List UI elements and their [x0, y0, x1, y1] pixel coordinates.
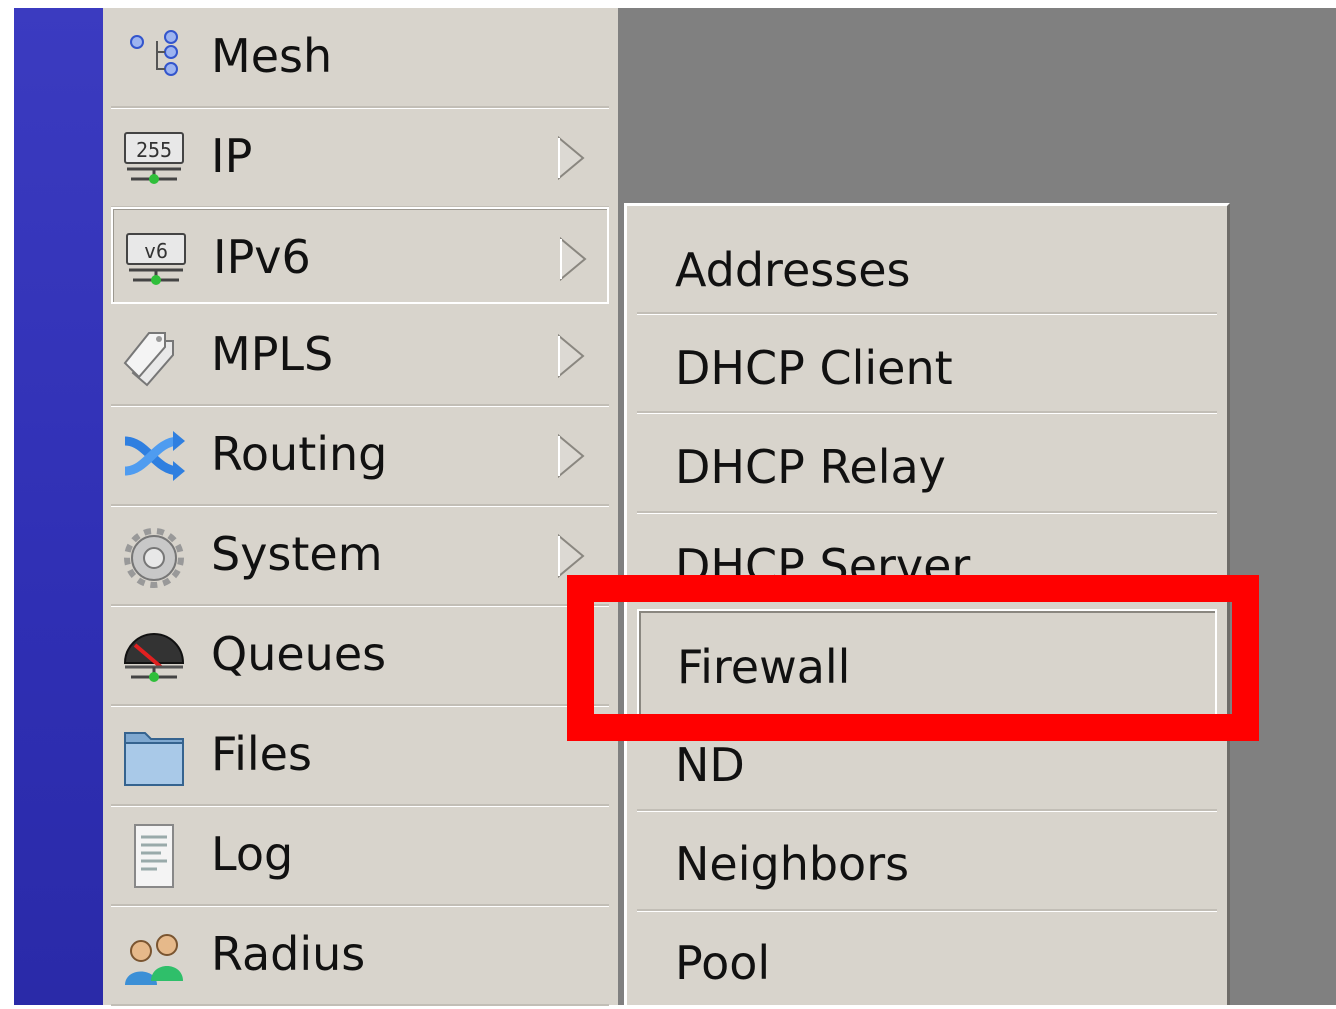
menu-item-label: IPv6: [213, 230, 311, 284]
menu-item-label: Mesh: [211, 29, 333, 83]
menu-item-label: Routing: [211, 427, 388, 481]
chevron-right-icon: [558, 136, 585, 180]
submenu-item-label: Addresses: [675, 243, 911, 297]
ip-icon-text: 255: [136, 138, 172, 162]
submenu-item-pool[interactable]: Pool: [637, 911, 1217, 1009]
ipv6-submenu: Addresses DHCP Client DHCP Relay DHCP Se…: [624, 203, 1230, 1005]
menu-item-label: Radius: [211, 927, 366, 981]
routing-icon: [124, 431, 185, 481]
menu-item-system[interactable]: System: [111, 506, 609, 604]
top-edge: [0, 0, 1336, 8]
main-menu: Mesh 255 IP v6 IPv6 MPLS Routing System …: [103, 8, 618, 1007]
left-edge: [0, 8, 14, 1005]
submenu-item-neighbors[interactable]: Neighbors: [637, 812, 1217, 910]
menu-divider: [111, 1004, 609, 1007]
gear-icon: [124, 528, 184, 588]
sidebar-vertical-bar: [14, 8, 103, 1005]
menu-item-label: Queues: [211, 627, 387, 681]
submenu-item-label: Firewall: [677, 640, 851, 694]
menu-item-files[interactable]: Files: [111, 706, 609, 804]
submenu-item-label: Pool: [675, 936, 771, 990]
menu-item-routing[interactable]: Routing: [111, 406, 609, 504]
app-window: Mesh 255 IP v6 IPv6 MPLS Routing System …: [0, 0, 1336, 1007]
ipv6-icon: v6: [126, 233, 186, 285]
ip-icon: 255: [124, 132, 184, 184]
menu-item-radius[interactable]: Radius: [111, 906, 609, 1004]
chevron-right-icon: [558, 434, 585, 478]
submenu-item-label: DHCP Client: [675, 341, 953, 395]
menu-item-mesh[interactable]: Mesh: [111, 8, 609, 106]
submenu-item-dhcp-relay[interactable]: DHCP Relay: [637, 415, 1217, 513]
log-icon: [134, 824, 174, 888]
submenu-item-firewall[interactable]: Firewall: [637, 609, 1217, 717]
menu-item-log[interactable]: Log: [111, 806, 609, 904]
radius-icon: [125, 934, 183, 985]
chevron-right-icon: [560, 237, 587, 281]
menu-item-ip[interactable]: 255 IP: [111, 108, 609, 206]
submenu-item-label: DHCP Relay: [675, 440, 946, 494]
submenu-item-label: ND: [675, 738, 745, 792]
chevron-right-icon: [558, 534, 585, 578]
submenu-divider: [637, 312, 1217, 315]
queues-icon: [123, 633, 185, 682]
submenu-item-dhcp-client[interactable]: DHCP Client: [637, 316, 1217, 414]
menu-item-label: Log: [211, 827, 294, 881]
menu-item-label: Files: [211, 727, 312, 781]
menu-item-queues[interactable]: Queues: [111, 606, 609, 704]
submenu-item-addresses[interactable]: Addresses: [637, 218, 1217, 316]
menu-item-label: System: [211, 527, 383, 581]
folder-icon: [124, 732, 184, 786]
menu-item-label: IP: [211, 129, 253, 183]
mesh-icon: [130, 30, 178, 76]
submenu-divider: [637, 411, 1217, 414]
menu-item-ipv6[interactable]: v6 IPv6: [111, 207, 609, 304]
menu-item-label: MPLS: [211, 327, 334, 381]
ipv6-icon-text: v6: [144, 239, 168, 263]
mpls-icon: [123, 332, 174, 387]
chevron-right-icon: [558, 334, 585, 378]
submenu-item-dhcp-server[interactable]: DHCP Server: [637, 514, 1217, 612]
submenu-item-label: Neighbors: [675, 837, 910, 891]
menu-item-mpls[interactable]: MPLS: [111, 306, 609, 404]
submenu-item-nd[interactable]: ND: [637, 713, 1217, 811]
submenu-item-label: DHCP Server: [675, 539, 971, 593]
